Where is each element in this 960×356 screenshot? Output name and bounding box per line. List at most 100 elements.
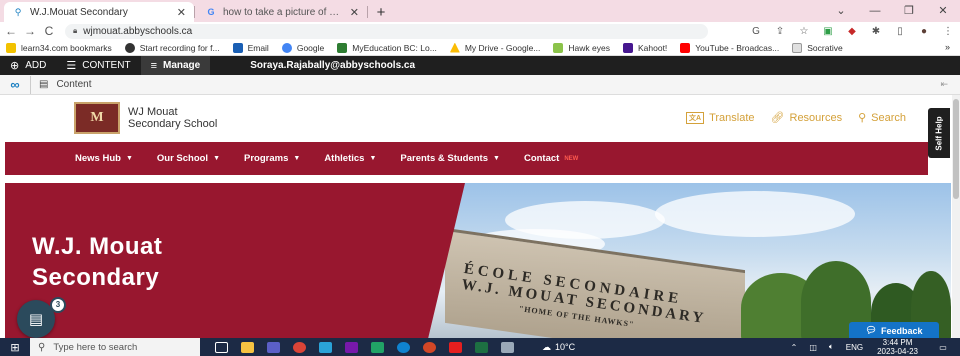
profile-avatar[interactable]: ● <box>912 26 936 37</box>
tab-google-search[interactable]: G how to take a picture of your scr ✕ <box>197 2 367 22</box>
nav-our-school[interactable]: Our School ▼ <box>157 153 220 164</box>
bookmark-star-icon[interactable]: ☆ <box>792 26 816 37</box>
folder-icon <box>6 42 16 53</box>
content-bar-label: Content <box>56 79 92 90</box>
forward-button[interactable]: → <box>22 24 38 38</box>
paint-icon[interactable] <box>494 338 520 356</box>
teams-icon[interactable] <box>260 338 286 356</box>
school-crest-logo[interactable]: M <box>74 102 120 134</box>
bookmark-learn34[interactable]: learn34.com bookmarks <box>6 42 112 53</box>
content-menu-button[interactable]: ☰ CONTENT <box>56 56 140 75</box>
extensions-puzzle-icon[interactable]: ✱ <box>864 26 888 37</box>
windows-start-icon[interactable]: ⊞ <box>0 341 30 354</box>
bookmark-label: learn34.com bookmarks <box>21 42 112 53</box>
nav-label: Programs <box>244 153 289 164</box>
page-scrollbar[interactable] <box>952 95 960 338</box>
excel-like-icon[interactable] <box>364 338 390 356</box>
school-favicon-icon: ⚲ <box>14 6 22 17</box>
close-window-button[interactable]: ✕ <box>926 0 960 22</box>
restore-button[interactable]: ❐ <box>892 0 926 22</box>
translate-link[interactable]: 文A Translate <box>686 111 755 124</box>
bookmark-myeducation[interactable]: MyEducation BC: Lo... <box>337 42 437 53</box>
acrobat-icon[interactable] <box>442 338 468 356</box>
header-links: 文A Translate 🔗︎ Resources ⚲ Search <box>670 111 906 124</box>
taskbar-search-box[interactable]: ⚲ Type here to search <box>30 338 200 356</box>
side-panel-icon[interactable]: ▯ <box>888 26 912 37</box>
tab-search-icon[interactable]: ⌄ <box>824 0 858 22</box>
translate-label: Translate <box>709 111 755 124</box>
school-name[interactable]: WJ Mouat Secondary School <box>128 106 217 130</box>
bookmark-hawk-eyes[interactable]: Hawk eyes <box>553 42 610 53</box>
nav-label: Parents & Students <box>400 153 489 164</box>
nav-contact[interactable]: Contact NEW <box>524 153 578 164</box>
search-icon: ⚲ <box>38 341 46 353</box>
user-account-link[interactable]: Soraya.Rajabally@abbyschools.ca <box>240 56 425 75</box>
chrome-icon[interactable] <box>286 338 312 356</box>
volume-icon[interactable]: 🔈︎ <box>829 342 834 352</box>
bookmarks-bar: learn34.com bookmarks Start recording fo… <box>0 40 960 56</box>
tab-title: how to take a picture of your scr <box>223 6 344 18</box>
extension-icon[interactable]: ◆ <box>840 26 864 37</box>
cloud-icon: ☁ <box>542 341 551 352</box>
nav-parents-students[interactable]: Parents & Students ▼ <box>400 153 500 164</box>
bookmark-socrative[interactable]: Socrative <box>792 42 843 53</box>
network-icon[interactable]: ◫ <box>809 343 817 352</box>
chevron-down-icon: ▼ <box>293 155 301 162</box>
collapse-panel-icon[interactable]: ⇤ <box>940 79 948 90</box>
hero-title-line2: Secondary <box>32 264 160 291</box>
list-icon: ☰ <box>66 60 77 72</box>
minimize-button[interactable]: — <box>858 0 892 22</box>
scrollbar-thumb[interactable] <box>953 99 959 199</box>
bookmark-my-drive[interactable]: My Drive - Google... <box>449 42 540 53</box>
clock[interactable]: 3:44 PM 2023-04-23 <box>877 338 918 356</box>
extension-icon[interactable]: ▣ <box>816 26 840 37</box>
powerpoint-icon[interactable] <box>416 338 442 356</box>
file-explorer-icon[interactable] <box>234 338 260 356</box>
nav-programs[interactable]: Programs ▼ <box>244 153 300 164</box>
tab-wj-mouat[interactable]: ⚲ W.J.Mouat Secondary ✕ <box>4 2 194 22</box>
self-help-tab[interactable]: Self Help <box>928 108 950 158</box>
address-bar[interactable]: 🔒︎ wjmouat.abbyschools.ca <box>65 23 708 39</box>
menu-kebab-icon[interactable]: ⋮ <box>936 26 960 37</box>
bookmark-label: Google <box>296 42 325 53</box>
nav-athletics[interactable]: Athletics ▼ <box>324 153 376 164</box>
lock-icon[interactable]: 🔒︎ <box>73 26 77 36</box>
new-tab-button[interactable]: + <box>370 2 392 22</box>
bookmark-kahoot[interactable]: Kahoot! <box>622 42 667 53</box>
feedback-button[interactable]: 💬︎ Feedback <box>849 322 939 339</box>
bookmark-google[interactable]: Google <box>281 42 325 53</box>
bookmark-email[interactable]: Email <box>232 42 269 53</box>
task-view-icon[interactable] <box>208 338 234 356</box>
manage-button[interactable]: ≡ Manage <box>140 56 211 75</box>
back-button[interactable]: ← <box>3 24 19 38</box>
share-icon[interactable]: ⇪ <box>768 26 792 37</box>
search-link[interactable]: ⚲ Search <box>858 111 906 125</box>
cms-logo-icon[interactable]: ∞ <box>0 77 30 92</box>
lens-icon[interactable] <box>312 338 338 356</box>
edge-icon[interactable] <box>390 338 416 356</box>
onenote-icon[interactable] <box>338 338 364 356</box>
google-translate-icon[interactable]: G <box>744 26 768 37</box>
close-tab-icon[interactable]: ✕ <box>177 6 186 19</box>
reload-button[interactable]: C <box>41 24 57 38</box>
more-bookmarks-button[interactable]: » <box>945 42 950 52</box>
kahoot-icon <box>622 42 633 53</box>
email-icon <box>232 42 243 53</box>
excel-icon[interactable] <box>468 338 494 356</box>
language-indicator[interactable]: ENG <box>846 343 863 352</box>
bookmark-label: YouTube - Broadcas... <box>695 42 780 53</box>
close-tab-icon[interactable]: ✕ <box>350 6 359 19</box>
hawk-eyes-icon <box>553 42 564 53</box>
weather-widget[interactable]: ☁ 10°C <box>542 342 575 353</box>
nav-news-hub[interactable]: News Hub ▼ <box>75 153 133 164</box>
bookmark-youtube[interactable]: YouTube - Broadcas... <box>680 42 780 53</box>
page-icon: ▤ <box>39 79 49 90</box>
browser-toolbar: ← → C 🔒︎ wjmouat.abbyschools.ca G ⇪ ☆ ▣ … <box>0 22 960 40</box>
bookmark-start-recording[interactable]: Start recording for f... <box>124 42 220 53</box>
add-button[interactable]: ⊕ ADD <box>0 56 56 75</box>
notification-center-icon[interactable]: ▭ <box>932 343 954 352</box>
resources-link[interactable]: 🔗︎ Resources <box>771 111 843 125</box>
chevron-up-icon[interactable]: ⌃ <box>791 343 798 352</box>
resources-label: Resources <box>789 111 843 124</box>
user-email: Soraya.Rajabally@abbyschools.ca <box>250 60 416 71</box>
